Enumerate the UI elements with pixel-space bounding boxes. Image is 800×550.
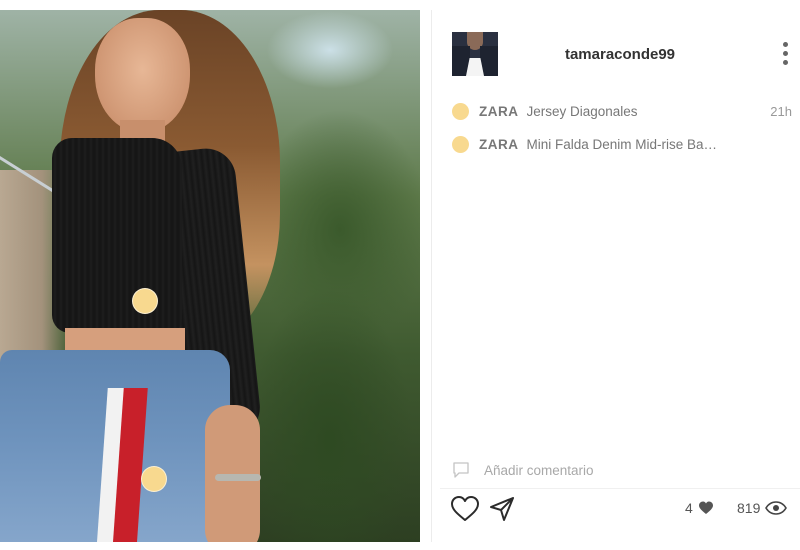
likes-count-value: 4 (685, 500, 693, 516)
likes-count: 4 (685, 500, 714, 516)
product-brand: ZARA (479, 136, 519, 152)
add-comment-field[interactable]: Añadir comentario (452, 461, 594, 479)
more-dot (782, 51, 788, 56)
avatar[interactable] (452, 32, 498, 76)
photo-face-shape (95, 18, 190, 133)
views-count-value: 819 (737, 500, 761, 516)
more-dot (782, 60, 788, 65)
post-timestamp: 21h (770, 103, 792, 119)
photo-bracelet-shape (215, 474, 261, 481)
username-link[interactable]: tamaraconde99 (520, 46, 720, 63)
send-icon[interactable] (488, 495, 516, 523)
panel-divider (431, 10, 432, 542)
product-tag-dot-1[interactable] (132, 288, 158, 314)
eye-icon (765, 501, 788, 515)
action-bar-divider (440, 488, 800, 489)
product-tag-bullet (452, 135, 469, 153)
views-count: 819 (737, 500, 788, 516)
product-item-1[interactable]: ZARA Jersey Diagonales 21h (452, 100, 792, 122)
more-vertical-icon[interactable] (778, 42, 792, 72)
comment-placeholder: Añadir comentario (484, 462, 594, 478)
comment-bubble-icon (453, 462, 469, 478)
photo-top-shape (52, 138, 182, 333)
product-name: Mini Falda Denim Mid-rise Ba… (526, 136, 718, 152)
product-tag-dot-2[interactable] (141, 466, 167, 492)
heart-outline-icon[interactable] (450, 495, 480, 523)
more-dot (782, 42, 788, 47)
product-name: Jersey Diagonales (526, 103, 638, 119)
product-tag-bullet (452, 102, 469, 120)
post-photo[interactable] (0, 10, 420, 542)
product-brand: ZARA (479, 103, 519, 119)
product-item-2[interactable]: ZARA Mini Falda Denim Mid-rise Ba… (452, 133, 792, 155)
heart-filled-icon (698, 501, 713, 514)
